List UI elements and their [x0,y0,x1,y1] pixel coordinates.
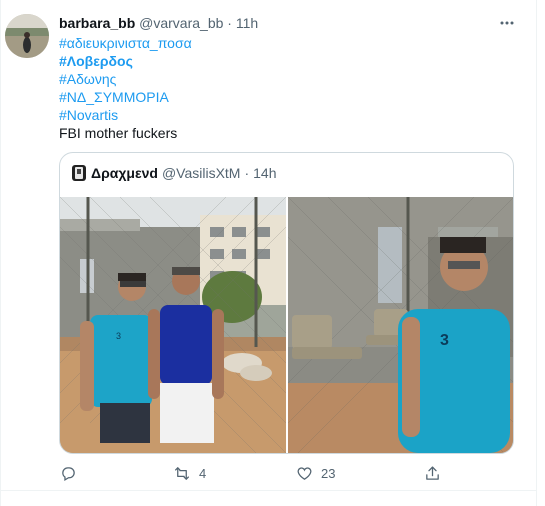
hashtag-link[interactable]: #ΝΔ_ΣΥΜΜΟΡΙΑ [59,88,192,106]
retweet-button[interactable]: 4 [172,462,206,484]
retweet-count: 4 [199,465,207,481]
hashtag-link[interactable]: #αδιευκρινιστα_ποσα [59,34,192,52]
avatar[interactable] [5,14,49,58]
like-button[interactable]: 23 [294,462,335,484]
quoted-tweet[interactable]: Δραχμενd @VasilisXtM · 14h 3 3 [59,152,514,454]
tweet-header: barbara_bb @varvara_bb · 11h [59,14,258,32]
hashtag-link[interactable]: #Αδωνης [59,70,192,88]
quoted-avatar [72,165,86,181]
photo-grid: 3 3 [60,197,513,453]
quoted-author-handle: @VasilisXtM [161,165,241,181]
share-icon [422,463,442,483]
reply-button[interactable] [58,462,85,484]
svg-text:3: 3 [116,331,121,341]
retweet-icon [172,463,192,483]
hashtag-link[interactable]: #Λοβερδος [59,52,192,70]
svg-text:3: 3 [440,332,449,349]
author-name[interactable]: barbara_bb [59,15,135,31]
divider-right [536,0,537,506]
separator: · [244,165,250,181]
quoted-tweet-header: Δραχμενd @VasilisXtM · 14h [72,164,277,182]
share-button[interactable] [422,462,442,484]
ellipsis-icon[interactable] [496,12,518,34]
photo[interactable]: 3 [60,197,286,453]
reply-icon [58,463,78,483]
divider-bottom [0,490,537,491]
quoted-author-name: Δραχμενd [91,165,158,181]
divider-left [0,0,1,506]
like-icon [294,463,314,483]
quoted-timestamp: 14h [253,165,277,181]
photo[interactable]: 3 [288,197,513,453]
tweet[interactable]: barbara_bb @varvara_bb · 11h #αδιευκρινι… [0,0,545,506]
timestamp[interactable]: 11h [236,15,258,31]
separator: · [227,15,232,31]
tweet-text-line: FBI mother fuckers [59,125,178,141]
hashtag-link[interactable]: #Novartis [59,106,192,124]
author-handle[interactable]: @varvara_bb [139,15,223,31]
like-count: 23 [321,465,336,481]
tweet-text: #αδιευκρινιστα_ποσα #Λοβερδος #Αδωνης #Ν… [59,34,192,142]
